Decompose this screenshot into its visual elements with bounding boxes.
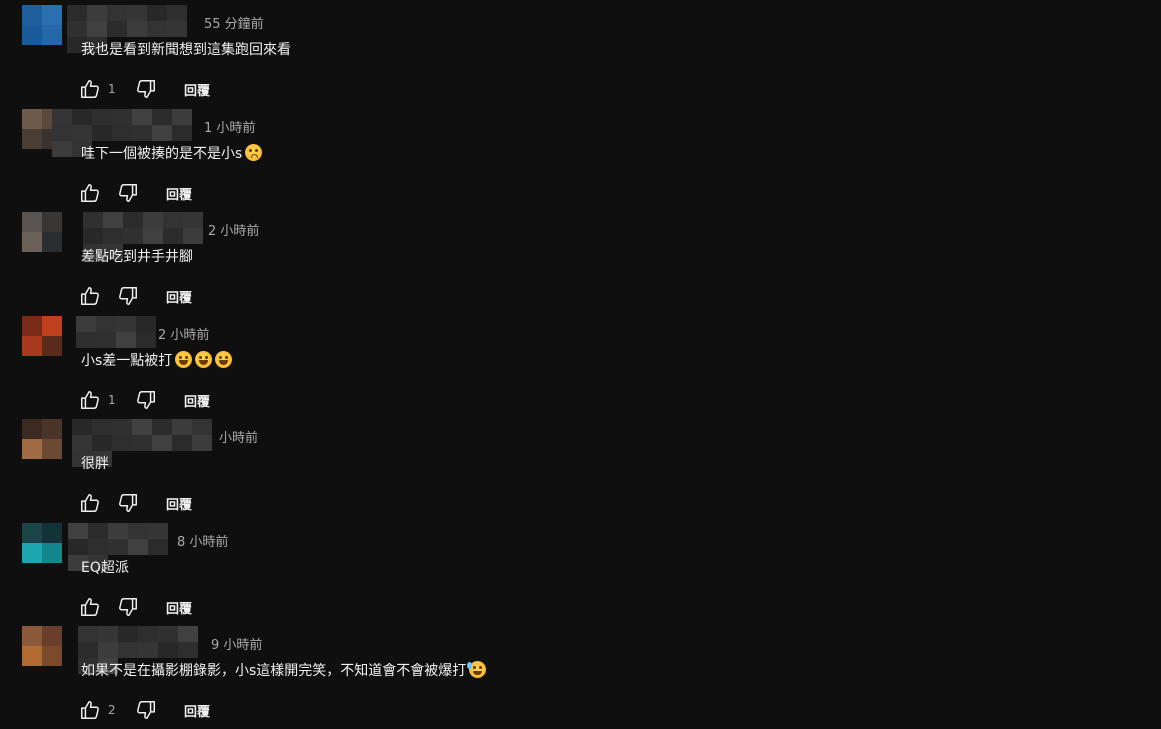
- reply-button[interactable]: 回覆: [184, 391, 210, 410]
- worried-face-icon: [245, 144, 263, 161]
- comment-item: 9 小時前如果不是在攝影棚錄影，小s這樣開完笑，不知道會不會被爆打 2 回覆: [0, 626, 1161, 729]
- avatar[interactable]: [22, 626, 62, 666]
- like-button[interactable]: [78, 698, 102, 722]
- reply-button[interactable]: 回覆: [184, 80, 210, 99]
- author-name-redacted[interactable]: [83, 212, 207, 260]
- comment-item: 2 小時前小s差一點被打 1 回覆: [0, 316, 1161, 419]
- dislike-button[interactable]: [134, 77, 158, 101]
- thumbs-up-icon: [81, 494, 99, 512]
- dislike-button[interactable]: [134, 698, 158, 722]
- reply-button[interactable]: 回覆: [184, 701, 210, 720]
- comment-text: 小s差一點被打: [81, 351, 233, 371]
- comment-item: 55 分鐘前我也是看到新聞想到這集跑回來看 1 回覆: [0, 5, 1161, 108]
- dislike-button[interactable]: [116, 491, 140, 515]
- comment-actions: 1 回覆: [78, 73, 210, 105]
- comment-text-content: 小s差一點被打: [81, 353, 173, 369]
- comment-text: 我也是看到新聞想到這集跑回來看: [81, 40, 291, 60]
- avatar[interactable]: [22, 5, 62, 45]
- comment-text: 哇下一個被揍的是不是小s: [81, 144, 263, 164]
- comment-text: 如果不是在攝影棚錄影，小s這樣開完笑，不知道會不會被爆打: [81, 661, 487, 681]
- reply-button[interactable]: 回覆: [166, 494, 192, 513]
- comment-text-content: 哇下一個被揍的是不是小s: [81, 146, 243, 162]
- comment-text-content: 我也是看到新聞想到這集跑回來看: [81, 42, 291, 58]
- comment-actions: 1 回覆: [78, 384, 210, 416]
- comment-actions: 回覆: [78, 177, 192, 209]
- comment-text: 差點吃到井手井腳: [81, 247, 193, 267]
- avatar[interactable]: [22, 523, 62, 563]
- comment-actions: 回覆: [78, 487, 192, 519]
- avatar[interactable]: [22, 212, 62, 252]
- laughing-face-icon: [175, 351, 193, 368]
- thumbs-down-icon: [119, 598, 137, 616]
- comment-text-content: EQ超派: [81, 560, 129, 576]
- comment-timestamp[interactable]: 8 小時前: [177, 531, 228, 550]
- thumbs-up-icon: [81, 287, 99, 305]
- comment-actions: 回覆: [78, 591, 192, 623]
- comment-item: 小時前很胖回覆: [0, 419, 1161, 522]
- like-count: 2: [108, 703, 116, 717]
- thumbs-down-icon: [119, 287, 137, 305]
- comment-text: EQ超派: [81, 558, 129, 578]
- thumbs-down-icon: [119, 494, 137, 512]
- like-button[interactable]: [78, 77, 102, 101]
- comment-timestamp[interactable]: 9 小時前: [211, 634, 262, 653]
- thumbs-up-icon: [81, 598, 99, 616]
- comment-item: 8 小時前 EQ超派回覆: [0, 523, 1161, 626]
- avatar[interactable]: [22, 316, 62, 356]
- author-name-redacted[interactable]: [76, 316, 156, 348]
- laughing-face-icon: [215, 351, 233, 368]
- like-button[interactable]: [78, 595, 102, 619]
- comment-actions: 2 回覆: [78, 694, 210, 726]
- thumbs-down-icon: [137, 80, 155, 98]
- comment-actions: 回覆: [78, 280, 192, 312]
- comment-text-content: 很胖: [81, 456, 109, 472]
- thumbs-up-icon: [81, 701, 99, 719]
- sweat-smile-face-icon: [467, 661, 487, 678]
- author-name-redacted[interactable]: [72, 419, 218, 467]
- thumbs-down-icon: [137, 391, 155, 409]
- thumbs-down-icon: [137, 701, 155, 719]
- thumbs-up-icon: [81, 80, 99, 98]
- comment-text: 很胖: [81, 454, 109, 474]
- like-count: 1: [108, 82, 116, 96]
- comment-timestamp[interactable]: 2 小時前: [208, 220, 259, 239]
- dislike-button[interactable]: [134, 388, 158, 412]
- thumbs-down-icon: [119, 184, 137, 202]
- comment-text-content: 如果不是在攝影棚錄影，小s這樣開完笑，不知道會不會被爆打: [81, 663, 467, 679]
- like-count: 1: [108, 393, 116, 407]
- reply-button[interactable]: 回覆: [166, 287, 192, 306]
- avatar[interactable]: [22, 419, 62, 459]
- dislike-button[interactable]: [116, 181, 140, 205]
- author-name-redacted[interactable]: [78, 626, 210, 674]
- comment-timestamp[interactable]: 2 小時前: [158, 324, 209, 343]
- like-button[interactable]: [78, 181, 102, 205]
- like-button[interactable]: [78, 388, 102, 412]
- comment-timestamp[interactable]: 1 小時前: [204, 117, 255, 136]
- author-name-redacted[interactable]: [67, 5, 203, 53]
- thumbs-up-icon: [81, 184, 99, 202]
- comment-timestamp[interactable]: 55 分鐘前: [204, 13, 264, 32]
- dislike-button[interactable]: [116, 284, 140, 308]
- like-button[interactable]: [78, 491, 102, 515]
- thumbs-up-icon: [81, 391, 99, 409]
- author-name-redacted[interactable]: [52, 109, 204, 157]
- author-name-redacted[interactable]: [68, 523, 176, 571]
- dislike-button[interactable]: [116, 595, 140, 619]
- reply-button[interactable]: 回覆: [166, 598, 192, 617]
- like-button[interactable]: [78, 284, 102, 308]
- comment-timestamp[interactable]: 小時前: [219, 427, 258, 446]
- laughing-face-icon: [195, 351, 213, 368]
- reply-button[interactable]: 回覆: [166, 184, 192, 203]
- comment-item: 1 小時前哇下一個被揍的是不是小s 回覆: [0, 109, 1161, 212]
- comment-text-content: 差點吃到井手井腳: [81, 249, 193, 265]
- comment-item: 2 小時前 差點吃到井手井腳回覆: [0, 212, 1161, 315]
